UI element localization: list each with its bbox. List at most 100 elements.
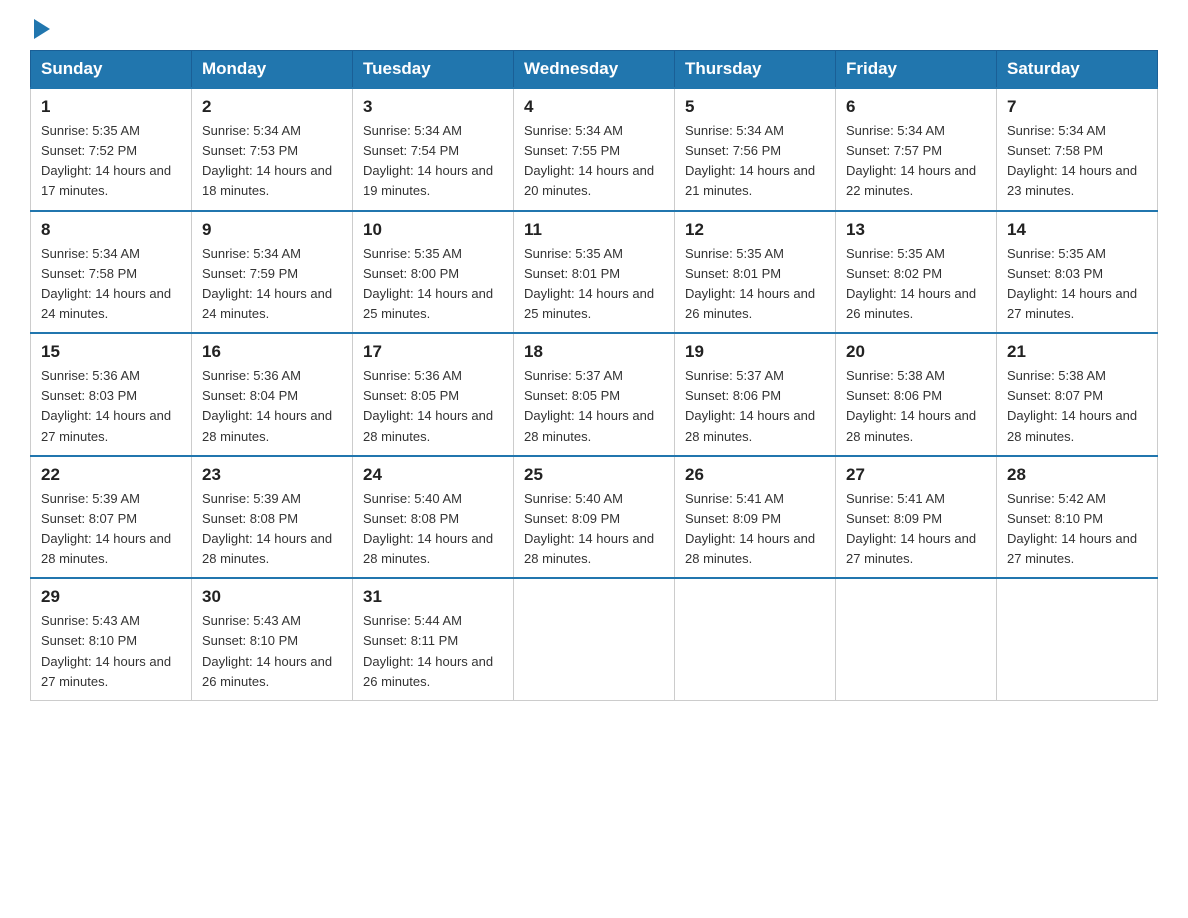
calendar-week-5: 29 Sunrise: 5:43 AMSunset: 8:10 PMDaylig…: [31, 578, 1158, 700]
day-info: Sunrise: 5:35 AMSunset: 8:01 PMDaylight:…: [685, 244, 825, 325]
day-number: 19: [685, 342, 825, 362]
day-info: Sunrise: 5:34 AMSunset: 7:53 PMDaylight:…: [202, 121, 342, 202]
day-info: Sunrise: 5:38 AMSunset: 8:07 PMDaylight:…: [1007, 366, 1147, 447]
calendar-week-2: 8 Sunrise: 5:34 AMSunset: 7:58 PMDayligh…: [31, 211, 1158, 334]
day-info: Sunrise: 5:40 AMSunset: 8:08 PMDaylight:…: [363, 489, 503, 570]
day-info: Sunrise: 5:41 AMSunset: 8:09 PMDaylight:…: [846, 489, 986, 570]
logo-triangle-icon: [34, 19, 50, 39]
calendar-header-friday: Friday: [836, 51, 997, 89]
calendar-header-thursday: Thursday: [675, 51, 836, 89]
calendar-cell: 3 Sunrise: 5:34 AMSunset: 7:54 PMDayligh…: [353, 88, 514, 211]
day-info: Sunrise: 5:39 AMSunset: 8:08 PMDaylight:…: [202, 489, 342, 570]
day-info: Sunrise: 5:42 AMSunset: 8:10 PMDaylight:…: [1007, 489, 1147, 570]
day-number: 14: [1007, 220, 1147, 240]
calendar-cell: 22 Sunrise: 5:39 AMSunset: 8:07 PMDaylig…: [31, 456, 192, 579]
calendar-cell: 7 Sunrise: 5:34 AMSunset: 7:58 PMDayligh…: [997, 88, 1158, 211]
day-number: 20: [846, 342, 986, 362]
calendar-cell: 20 Sunrise: 5:38 AMSunset: 8:06 PMDaylig…: [836, 333, 997, 456]
day-info: Sunrise: 5:41 AMSunset: 8:09 PMDaylight:…: [685, 489, 825, 570]
day-info: Sunrise: 5:34 AMSunset: 7:54 PMDaylight:…: [363, 121, 503, 202]
calendar-header-saturday: Saturday: [997, 51, 1158, 89]
calendar-cell: 5 Sunrise: 5:34 AMSunset: 7:56 PMDayligh…: [675, 88, 836, 211]
day-number: 7: [1007, 97, 1147, 117]
day-info: Sunrise: 5:34 AMSunset: 7:58 PMDaylight:…: [41, 244, 181, 325]
day-info: Sunrise: 5:36 AMSunset: 8:03 PMDaylight:…: [41, 366, 181, 447]
calendar-table: SundayMondayTuesdayWednesdayThursdayFrid…: [30, 50, 1158, 701]
calendar-cell: [836, 578, 997, 700]
day-number: 18: [524, 342, 664, 362]
day-number: 12: [685, 220, 825, 240]
calendar-header-tuesday: Tuesday: [353, 51, 514, 89]
calendar-cell: 15 Sunrise: 5:36 AMSunset: 8:03 PMDaylig…: [31, 333, 192, 456]
calendar-cell: 27 Sunrise: 5:41 AMSunset: 8:09 PMDaylig…: [836, 456, 997, 579]
calendar-cell: 4 Sunrise: 5:34 AMSunset: 7:55 PMDayligh…: [514, 88, 675, 211]
day-number: 22: [41, 465, 181, 485]
day-info: Sunrise: 5:35 AMSunset: 8:02 PMDaylight:…: [846, 244, 986, 325]
day-number: 13: [846, 220, 986, 240]
day-number: 31: [363, 587, 503, 607]
calendar-cell: 10 Sunrise: 5:35 AMSunset: 8:00 PMDaylig…: [353, 211, 514, 334]
logo: [30, 20, 50, 40]
calendar-cell: 19 Sunrise: 5:37 AMSunset: 8:06 PMDaylig…: [675, 333, 836, 456]
calendar-cell: 31 Sunrise: 5:44 AMSunset: 8:11 PMDaylig…: [353, 578, 514, 700]
day-number: 11: [524, 220, 664, 240]
calendar-cell: 9 Sunrise: 5:34 AMSunset: 7:59 PMDayligh…: [192, 211, 353, 334]
calendar-cell: [514, 578, 675, 700]
day-info: Sunrise: 5:36 AMSunset: 8:05 PMDaylight:…: [363, 366, 503, 447]
day-number: 9: [202, 220, 342, 240]
calendar-cell: 26 Sunrise: 5:41 AMSunset: 8:09 PMDaylig…: [675, 456, 836, 579]
day-info: Sunrise: 5:34 AMSunset: 7:55 PMDaylight:…: [524, 121, 664, 202]
day-info: Sunrise: 5:38 AMSunset: 8:06 PMDaylight:…: [846, 366, 986, 447]
day-info: Sunrise: 5:43 AMSunset: 8:10 PMDaylight:…: [41, 611, 181, 692]
day-number: 27: [846, 465, 986, 485]
day-number: 23: [202, 465, 342, 485]
day-number: 4: [524, 97, 664, 117]
calendar-cell: 24 Sunrise: 5:40 AMSunset: 8:08 PMDaylig…: [353, 456, 514, 579]
day-number: 16: [202, 342, 342, 362]
day-number: 15: [41, 342, 181, 362]
calendar-header-sunday: Sunday: [31, 51, 192, 89]
page-header: [30, 20, 1158, 40]
day-number: 3: [363, 97, 503, 117]
calendar-cell: 16 Sunrise: 5:36 AMSunset: 8:04 PMDaylig…: [192, 333, 353, 456]
calendar-cell: 30 Sunrise: 5:43 AMSunset: 8:10 PMDaylig…: [192, 578, 353, 700]
calendar-cell: 6 Sunrise: 5:34 AMSunset: 7:57 PMDayligh…: [836, 88, 997, 211]
day-number: 2: [202, 97, 342, 117]
day-info: Sunrise: 5:37 AMSunset: 8:05 PMDaylight:…: [524, 366, 664, 447]
calendar-header-wednesday: Wednesday: [514, 51, 675, 89]
day-info: Sunrise: 5:34 AMSunset: 7:59 PMDaylight:…: [202, 244, 342, 325]
calendar-header-monday: Monday: [192, 51, 353, 89]
day-info: Sunrise: 5:35 AMSunset: 8:03 PMDaylight:…: [1007, 244, 1147, 325]
calendar-cell: 23 Sunrise: 5:39 AMSunset: 8:08 PMDaylig…: [192, 456, 353, 579]
calendar-header-row: SundayMondayTuesdayWednesdayThursdayFrid…: [31, 51, 1158, 89]
calendar-week-1: 1 Sunrise: 5:35 AMSunset: 7:52 PMDayligh…: [31, 88, 1158, 211]
calendar-week-4: 22 Sunrise: 5:39 AMSunset: 8:07 PMDaylig…: [31, 456, 1158, 579]
calendar-cell: 14 Sunrise: 5:35 AMSunset: 8:03 PMDaylig…: [997, 211, 1158, 334]
day-info: Sunrise: 5:39 AMSunset: 8:07 PMDaylight:…: [41, 489, 181, 570]
day-number: 28: [1007, 465, 1147, 485]
day-info: Sunrise: 5:43 AMSunset: 8:10 PMDaylight:…: [202, 611, 342, 692]
day-number: 6: [846, 97, 986, 117]
day-info: Sunrise: 5:34 AMSunset: 7:56 PMDaylight:…: [685, 121, 825, 202]
day-number: 1: [41, 97, 181, 117]
calendar-cell: 18 Sunrise: 5:37 AMSunset: 8:05 PMDaylig…: [514, 333, 675, 456]
calendar-cell: 13 Sunrise: 5:35 AMSunset: 8:02 PMDaylig…: [836, 211, 997, 334]
calendar-cell: 2 Sunrise: 5:34 AMSunset: 7:53 PMDayligh…: [192, 88, 353, 211]
day-number: 21: [1007, 342, 1147, 362]
calendar-cell: 12 Sunrise: 5:35 AMSunset: 8:01 PMDaylig…: [675, 211, 836, 334]
calendar-cell: 25 Sunrise: 5:40 AMSunset: 8:09 PMDaylig…: [514, 456, 675, 579]
calendar-cell: 1 Sunrise: 5:35 AMSunset: 7:52 PMDayligh…: [31, 88, 192, 211]
day-info: Sunrise: 5:36 AMSunset: 8:04 PMDaylight:…: [202, 366, 342, 447]
day-number: 10: [363, 220, 503, 240]
calendar-cell: [997, 578, 1158, 700]
day-info: Sunrise: 5:35 AMSunset: 8:01 PMDaylight:…: [524, 244, 664, 325]
calendar-cell: 28 Sunrise: 5:42 AMSunset: 8:10 PMDaylig…: [997, 456, 1158, 579]
day-info: Sunrise: 5:34 AMSunset: 7:57 PMDaylight:…: [846, 121, 986, 202]
day-info: Sunrise: 5:44 AMSunset: 8:11 PMDaylight:…: [363, 611, 503, 692]
day-number: 29: [41, 587, 181, 607]
day-info: Sunrise: 5:35 AMSunset: 8:00 PMDaylight:…: [363, 244, 503, 325]
day-number: 30: [202, 587, 342, 607]
day-info: Sunrise: 5:40 AMSunset: 8:09 PMDaylight:…: [524, 489, 664, 570]
calendar-cell: 17 Sunrise: 5:36 AMSunset: 8:05 PMDaylig…: [353, 333, 514, 456]
day-number: 5: [685, 97, 825, 117]
